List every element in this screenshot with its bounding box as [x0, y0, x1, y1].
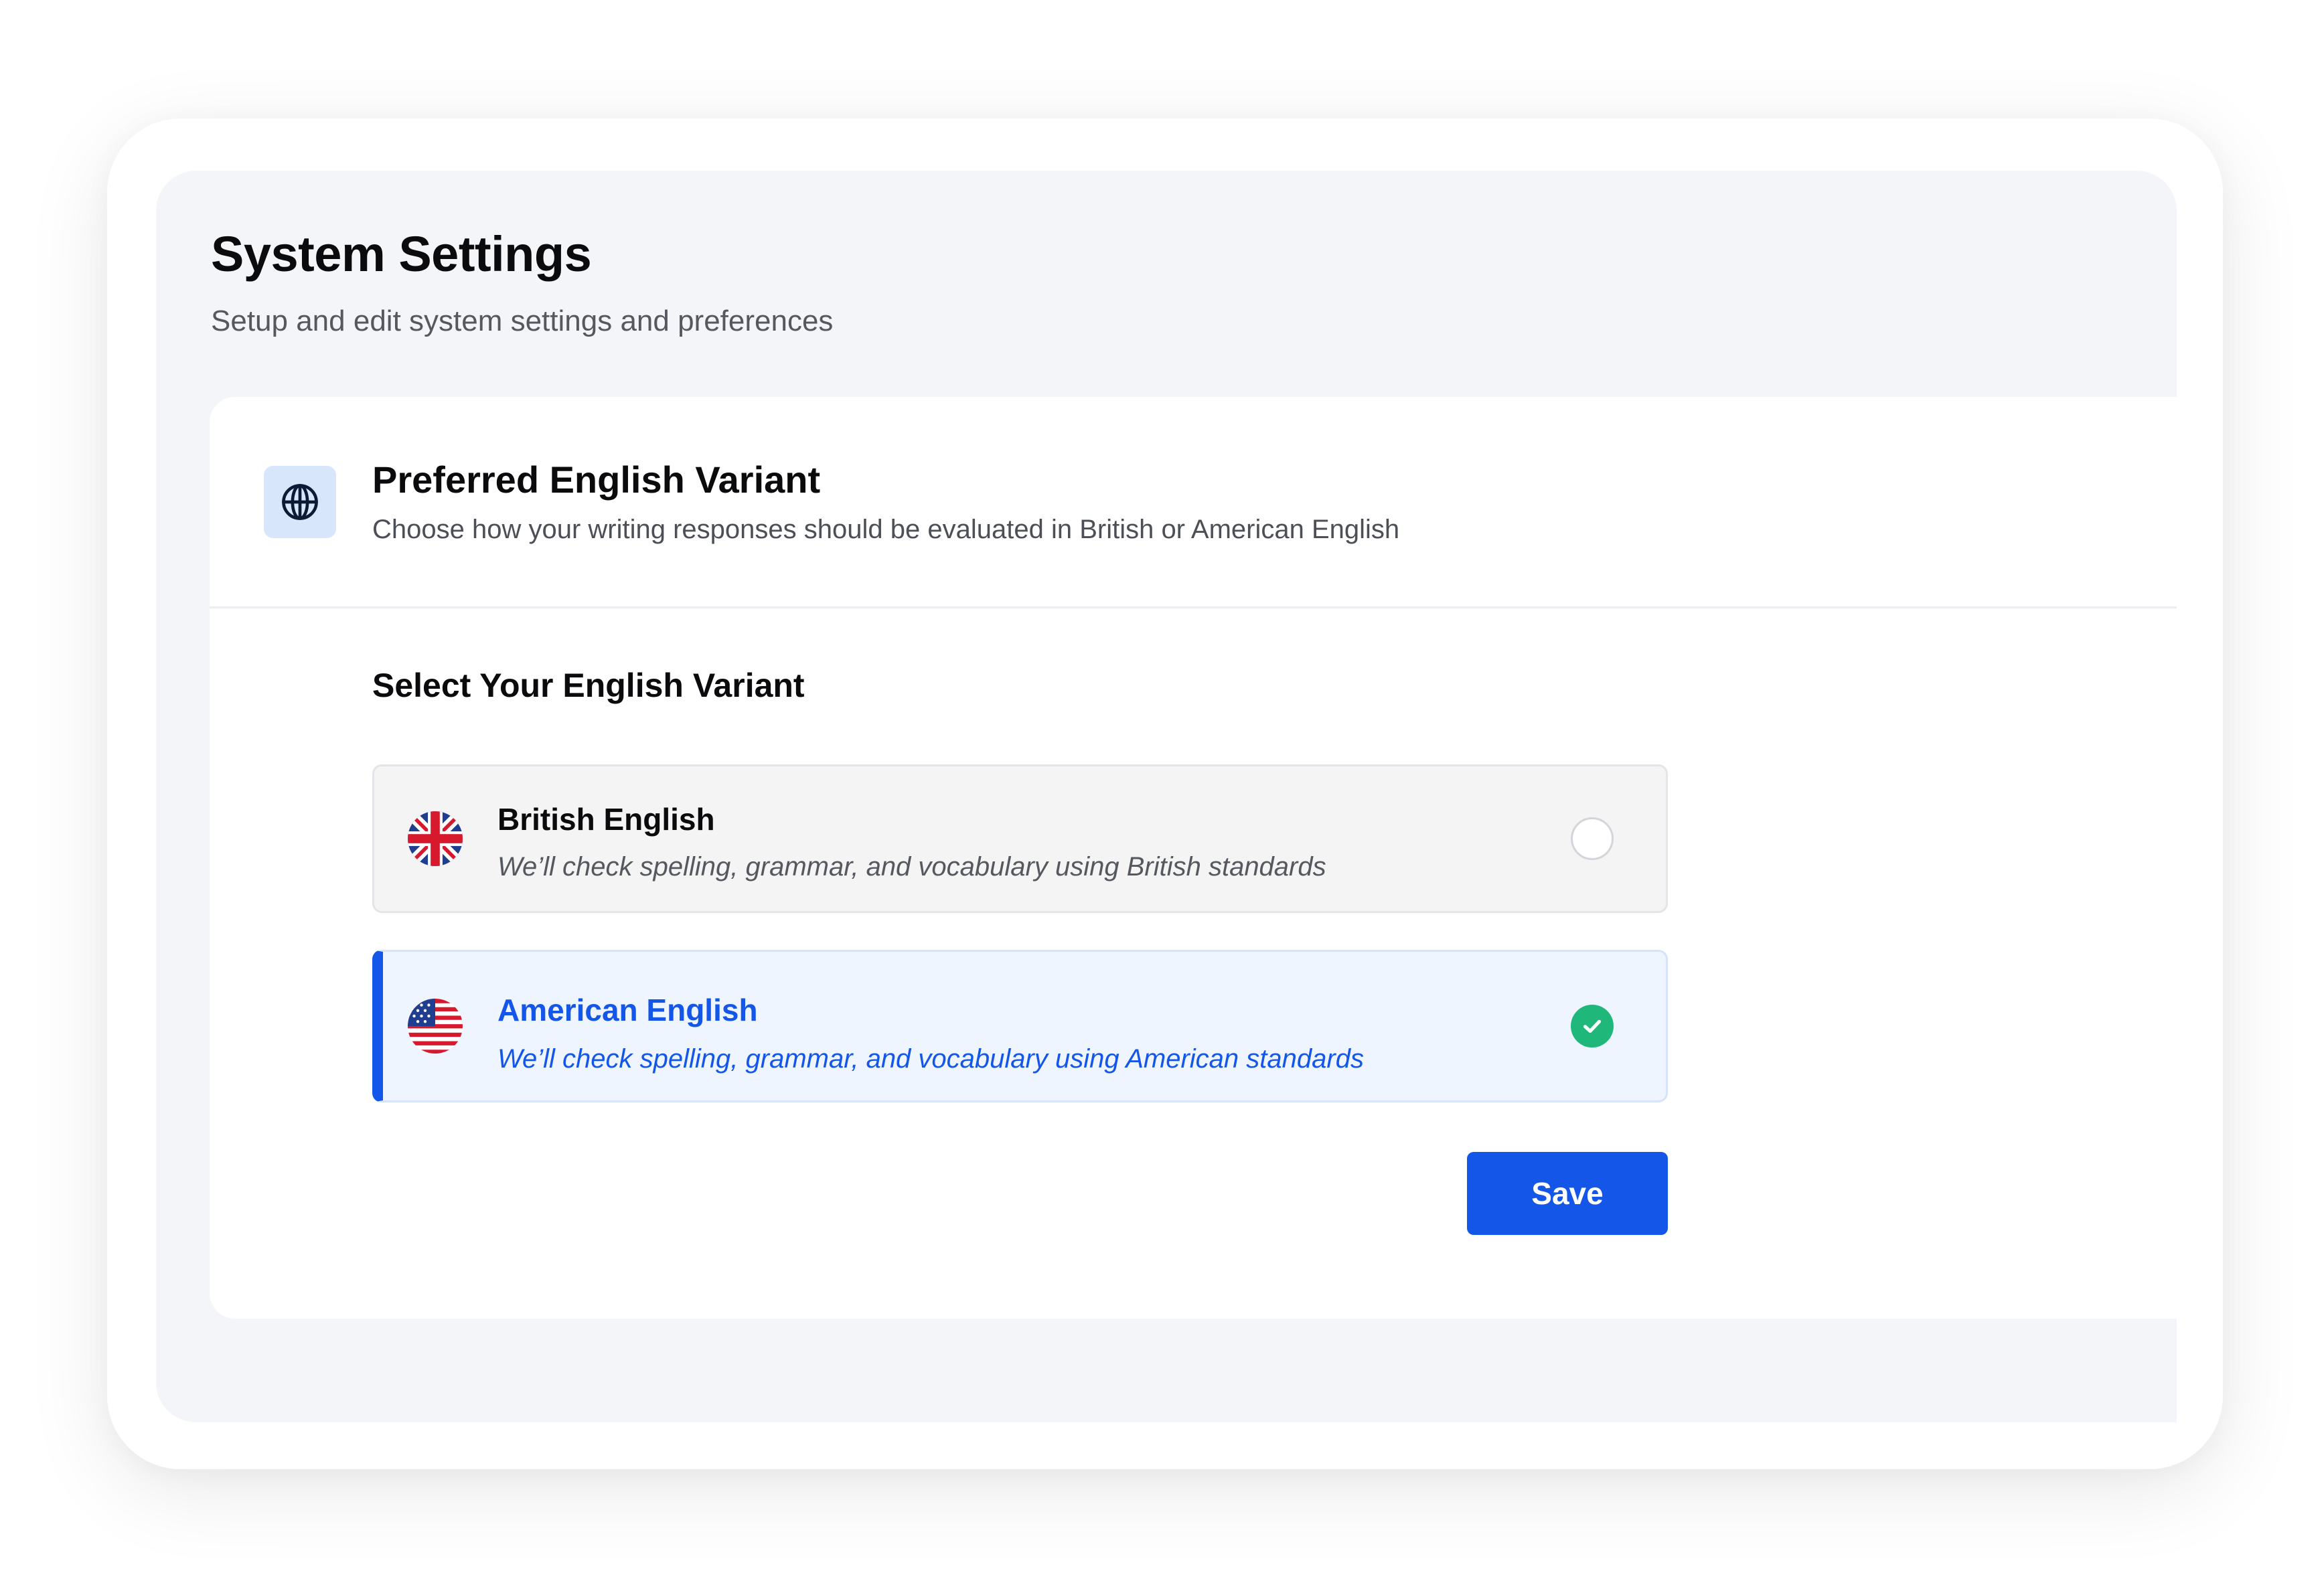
settings-screen: System Settings Setup and edit system se…	[156, 171, 2177, 1422]
american-english-title: American English	[497, 993, 758, 1027]
globe-icon	[264, 466, 336, 538]
american-english-option[interactable]: American English We’ll check spelling, g…	[372, 950, 1668, 1102]
card-title: Preferred English Variant	[372, 458, 821, 501]
american-english-description: We’ll check spelling, grammar, and vocab…	[497, 1044, 1364, 1074]
uk-flag-icon	[408, 811, 463, 866]
page-subtitle: Setup and edit system settings and prefe…	[211, 305, 834, 337]
english-variant-card: Preferred English Variant Choose how you…	[210, 397, 2177, 1319]
british-english-title: British English	[497, 802, 715, 837]
save-button[interactable]: Save	[1467, 1152, 1668, 1235]
card-header: Preferred English Variant Choose how you…	[210, 397, 2177, 608]
check-icon	[1583, 1019, 1602, 1033]
us-flag-icon	[408, 999, 463, 1054]
british-english-description: We’ll check spelling, grammar, and vocab…	[497, 852, 1326, 882]
variant-section-label: Select Your English Variant	[372, 667, 805, 704]
page-title: System Settings	[211, 226, 592, 282]
card-description: Choose how your writing responses should…	[372, 515, 1400, 544]
american-radio-button[interactable]	[1571, 1005, 1614, 1048]
british-english-option[interactable]: British English We’ll check spelling, gr…	[372, 764, 1668, 913]
british-radio-button[interactable]	[1571, 817, 1614, 860]
